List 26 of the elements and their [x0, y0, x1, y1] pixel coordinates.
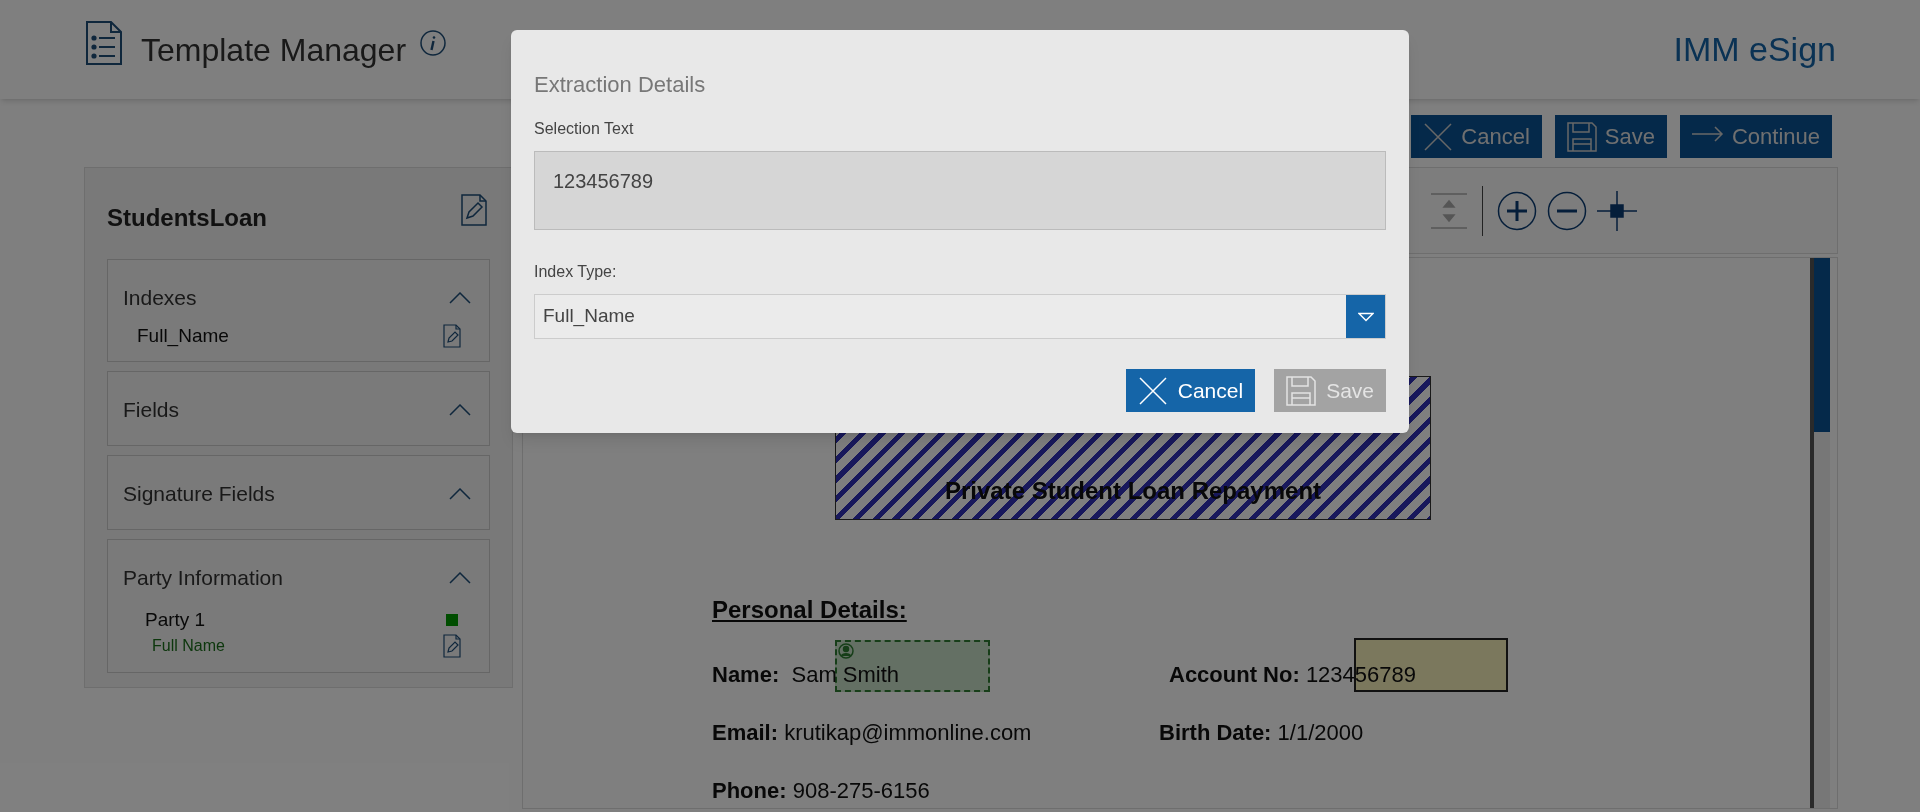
continue-button[interactable]: Continue	[1679, 115, 1832, 158]
field-label: Selection Text	[534, 119, 634, 139]
party-field-item[interactable]: Full Name	[123, 634, 225, 658]
section-title[interactable]: Party Information	[123, 562, 283, 594]
page-title: Template Manager	[141, 30, 407, 70]
section-title[interactable]: Indexes	[123, 282, 197, 314]
document-field: Email: krutikap@immonline.com	[712, 715, 1032, 749]
dialog-title: Extraction Details	[534, 71, 706, 99]
field-value: 123456789	[553, 170, 654, 192]
section-title[interactable]: Fields	[123, 394, 180, 426]
template-name: StudentsLoan	[107, 203, 267, 233]
section-heading: Personal Details:	[712, 595, 907, 625]
document-field: Birth Date: 1/1/2000	[1159, 715, 1364, 749]
party-name[interactable]: Party 1	[123, 605, 206, 634]
index-item[interactable]: Full_Name	[123, 321, 229, 350]
select-value: Full_Name	[543, 304, 635, 329]
brand-name: IMM eSign	[1673, 29, 1836, 70]
document-field: Name: Sam Smith	[712, 657, 900, 691]
field-label: Index Type:	[534, 262, 617, 282]
section-title[interactable]: Signature Fields	[123, 478, 275, 510]
document-field: Phone: 908-275-6156	[712, 773, 930, 807]
cancel-button[interactable]: Cancel	[1125, 369, 1256, 412]
selection-text-field[interactable]: 123456789	[534, 151, 1386, 230]
save-button[interactable]: Save	[1554, 115, 1667, 158]
cancel-button[interactable]: Cancel	[1411, 115, 1542, 158]
index-type-select[interactable]: Full_Name	[534, 294, 1386, 339]
